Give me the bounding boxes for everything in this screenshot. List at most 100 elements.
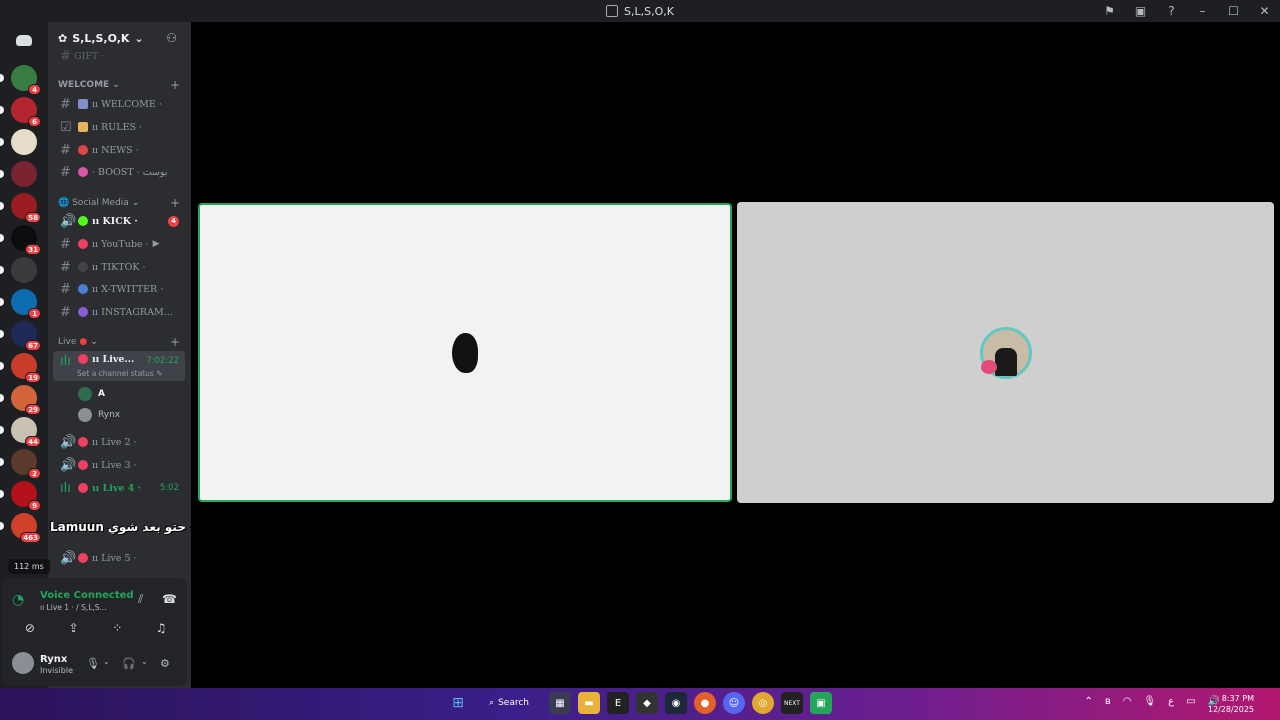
epic-games-icon[interactable]: E xyxy=(607,692,629,714)
minimize-button[interactable]: – xyxy=(1187,4,1218,18)
server-icon[interactable]: 31 xyxy=(0,225,41,255)
channel-live-5[interactable]: 🔊 ıı Live 5 · xyxy=(53,548,185,568)
channel-boost[interactable]: # · BOOST · بوست xyxy=(53,162,185,182)
bluetooth-icon[interactable]: ʙ xyxy=(1105,696,1111,707)
rules-icon: ☑ xyxy=(60,119,72,135)
task-view-icon[interactable]: ▦ xyxy=(549,692,571,714)
channel-status-label: Set a channel status xyxy=(77,369,154,378)
server-icon[interactable]: 1 xyxy=(0,289,41,319)
firefox-icon[interactable]: ● xyxy=(694,692,716,714)
add-channel-icon[interactable]: + xyxy=(170,78,180,92)
inbox-icon[interactable]: ⚑ xyxy=(1094,4,1125,18)
file-explorer-icon[interactable]: ▬ xyxy=(578,692,600,714)
screen-share-button[interactable]: ⇪ xyxy=(57,617,91,639)
signal-icon[interactable]: ◔ xyxy=(12,592,24,608)
disconnect-icon[interactable]: ☎ xyxy=(162,592,177,606)
noise-suppression-icon[interactable]: ⫽ xyxy=(138,592,143,607)
voice-user-name: Rynx xyxy=(98,410,121,420)
avatar[interactable] xyxy=(12,652,34,674)
active-app-icon[interactable]: ▣ xyxy=(810,692,832,714)
clock[interactable]: 8:37 PM 12/28/2025 xyxy=(1208,693,1254,715)
server-icon[interactable]: 29 xyxy=(0,385,41,415)
channel-x-twitter[interactable]: # ıı X-TWITTER · xyxy=(53,279,185,299)
server-icon[interactable] xyxy=(0,257,37,283)
server-icon[interactable] xyxy=(0,129,37,155)
category-label: Social Media xyxy=(72,198,129,208)
server-icon[interactable]: 4 xyxy=(0,65,41,95)
server-icon[interactable]: 9 xyxy=(0,481,41,511)
user-name[interactable]: Rynx xyxy=(40,654,67,665)
close-button[interactable]: ✕ xyxy=(1249,4,1280,18)
voice-status[interactable]: Voice Connected xyxy=(40,590,134,601)
unread-indicator xyxy=(0,490,4,498)
screen-icon[interactable]: ▣ xyxy=(1125,4,1156,18)
maximize-button[interactable]: ☐ xyxy=(1218,4,1249,18)
help-icon[interactable]: ? xyxy=(1156,4,1187,18)
next-app-icon[interactable]: NEXT xyxy=(781,692,803,714)
activities-button[interactable]: ⁘ xyxy=(100,617,134,639)
avatar xyxy=(78,408,92,422)
channel-label: · BOOST · بوست xyxy=(92,166,168,178)
wifi-icon[interactable]: ◠ xyxy=(1123,696,1132,707)
channel-kick[interactable]: 🔊 ıı KICK · 4 xyxy=(53,211,185,231)
participant-tile-speaking[interactable] xyxy=(198,203,732,502)
add-channel-icon[interactable]: + xyxy=(170,196,180,210)
server-icon[interactable]: 2 xyxy=(0,449,41,479)
search-icon: ⌕ xyxy=(489,698,495,708)
channel-status-prompt[interactable]: Set a channel status ✎ xyxy=(77,369,162,378)
unread-indicator xyxy=(0,170,4,178)
participant-tile[interactable] xyxy=(737,202,1274,503)
clock-date: 12/28/2025 xyxy=(1207,705,1254,714)
voice-channel-path[interactable]: ıı Live 1 · / S,L,S... xyxy=(40,603,107,612)
add-channel-icon[interactable]: + xyxy=(170,335,180,349)
voice-user-a[interactable]: A xyxy=(78,385,105,403)
channel-instagram[interactable]: # ıı INSTAGRAM... xyxy=(53,302,185,322)
mention-badge: 44 xyxy=(25,436,41,447)
settings-gear-icon[interactable]: ⚙ xyxy=(160,657,170,670)
channel-live-3[interactable]: 🔊 ıı Live 3 · xyxy=(53,455,185,475)
server-icon[interactable] xyxy=(0,161,37,187)
network-icon[interactable]: ▭ xyxy=(1186,696,1195,707)
category-live[interactable]: Live ● ⌄ + xyxy=(58,335,180,349)
channel-live-4[interactable]: ılı ıı Live 4 · 5:02 xyxy=(53,478,185,498)
headphones-icon[interactable]: 🎧 xyxy=(122,657,136,670)
microphone-icon[interactable]: 🎙 xyxy=(86,657,100,670)
discord-home-button[interactable] xyxy=(11,27,37,53)
channel-rules[interactable]: ☑ ıı RULES · xyxy=(53,117,185,137)
microphone-icon[interactable]: 🎙 xyxy=(1143,696,1156,707)
voice-user-rynx[interactable]: Rynx xyxy=(78,406,120,424)
add-member-icon[interactable]: ⚇ xyxy=(166,31,177,45)
category-welcome[interactable]: WELCOME ⌄ + xyxy=(58,78,180,92)
clock-time: 8:37 PM xyxy=(1221,694,1254,703)
steam-icon[interactable]: ◉ xyxy=(665,692,687,714)
channel-live-2[interactable]: 🔊 ıı Live 2 · xyxy=(53,432,185,452)
server-icon[interactable]: 58 xyxy=(0,193,41,223)
camera-off-button[interactable]: ⊘ xyxy=(13,617,47,639)
channel-news[interactable]: # ıı NEWS · xyxy=(53,140,185,160)
channel-welcome[interactable]: # ıı WELCOME · xyxy=(53,94,185,114)
channel-youtube[interactable]: # ıı YouTube · ▶ xyxy=(53,234,185,254)
chevron-down-icon[interactable]: ⌄ xyxy=(141,657,148,666)
taskbar-search[interactable]: ⌕ Search xyxy=(476,692,542,714)
soundboard-button[interactable]: ♫ xyxy=(144,617,178,639)
app-icon[interactable]: ◆ xyxy=(636,692,658,714)
chrome-icon[interactable]: ◎ xyxy=(752,692,774,714)
chevron-down-icon[interactable]: ⌄ xyxy=(103,657,110,666)
channel-label: ıı KICK · xyxy=(92,215,138,227)
discord-icon[interactable]: ☺ xyxy=(723,692,745,714)
channel-label: ıı Live... xyxy=(92,354,135,365)
category-social-media[interactable]: 🌐 Social Media ⌄ + xyxy=(58,196,180,210)
server-icon[interactable]: 463 xyxy=(0,513,41,543)
mention-badge: 463 xyxy=(20,532,41,543)
chevron-up-icon[interactable]: ⌃ xyxy=(1085,696,1093,707)
server-icon[interactable]: 44 xyxy=(0,417,41,447)
voice-stage xyxy=(191,22,1280,688)
channel-tiktok[interactable]: # ıı TIKTOK · xyxy=(53,257,185,277)
server-icon[interactable]: 19 xyxy=(0,353,41,383)
mention-badge: 2 xyxy=(28,468,41,479)
server-icon[interactable]: 67 xyxy=(0,321,41,351)
start-button[interactable]: ⊞ xyxy=(447,692,469,714)
channel-gift[interactable]: # GIFT · xyxy=(53,46,185,66)
server-icon[interactable]: 6 xyxy=(0,97,41,127)
keyboard-layout-icon[interactable]: ع xyxy=(1168,696,1174,707)
